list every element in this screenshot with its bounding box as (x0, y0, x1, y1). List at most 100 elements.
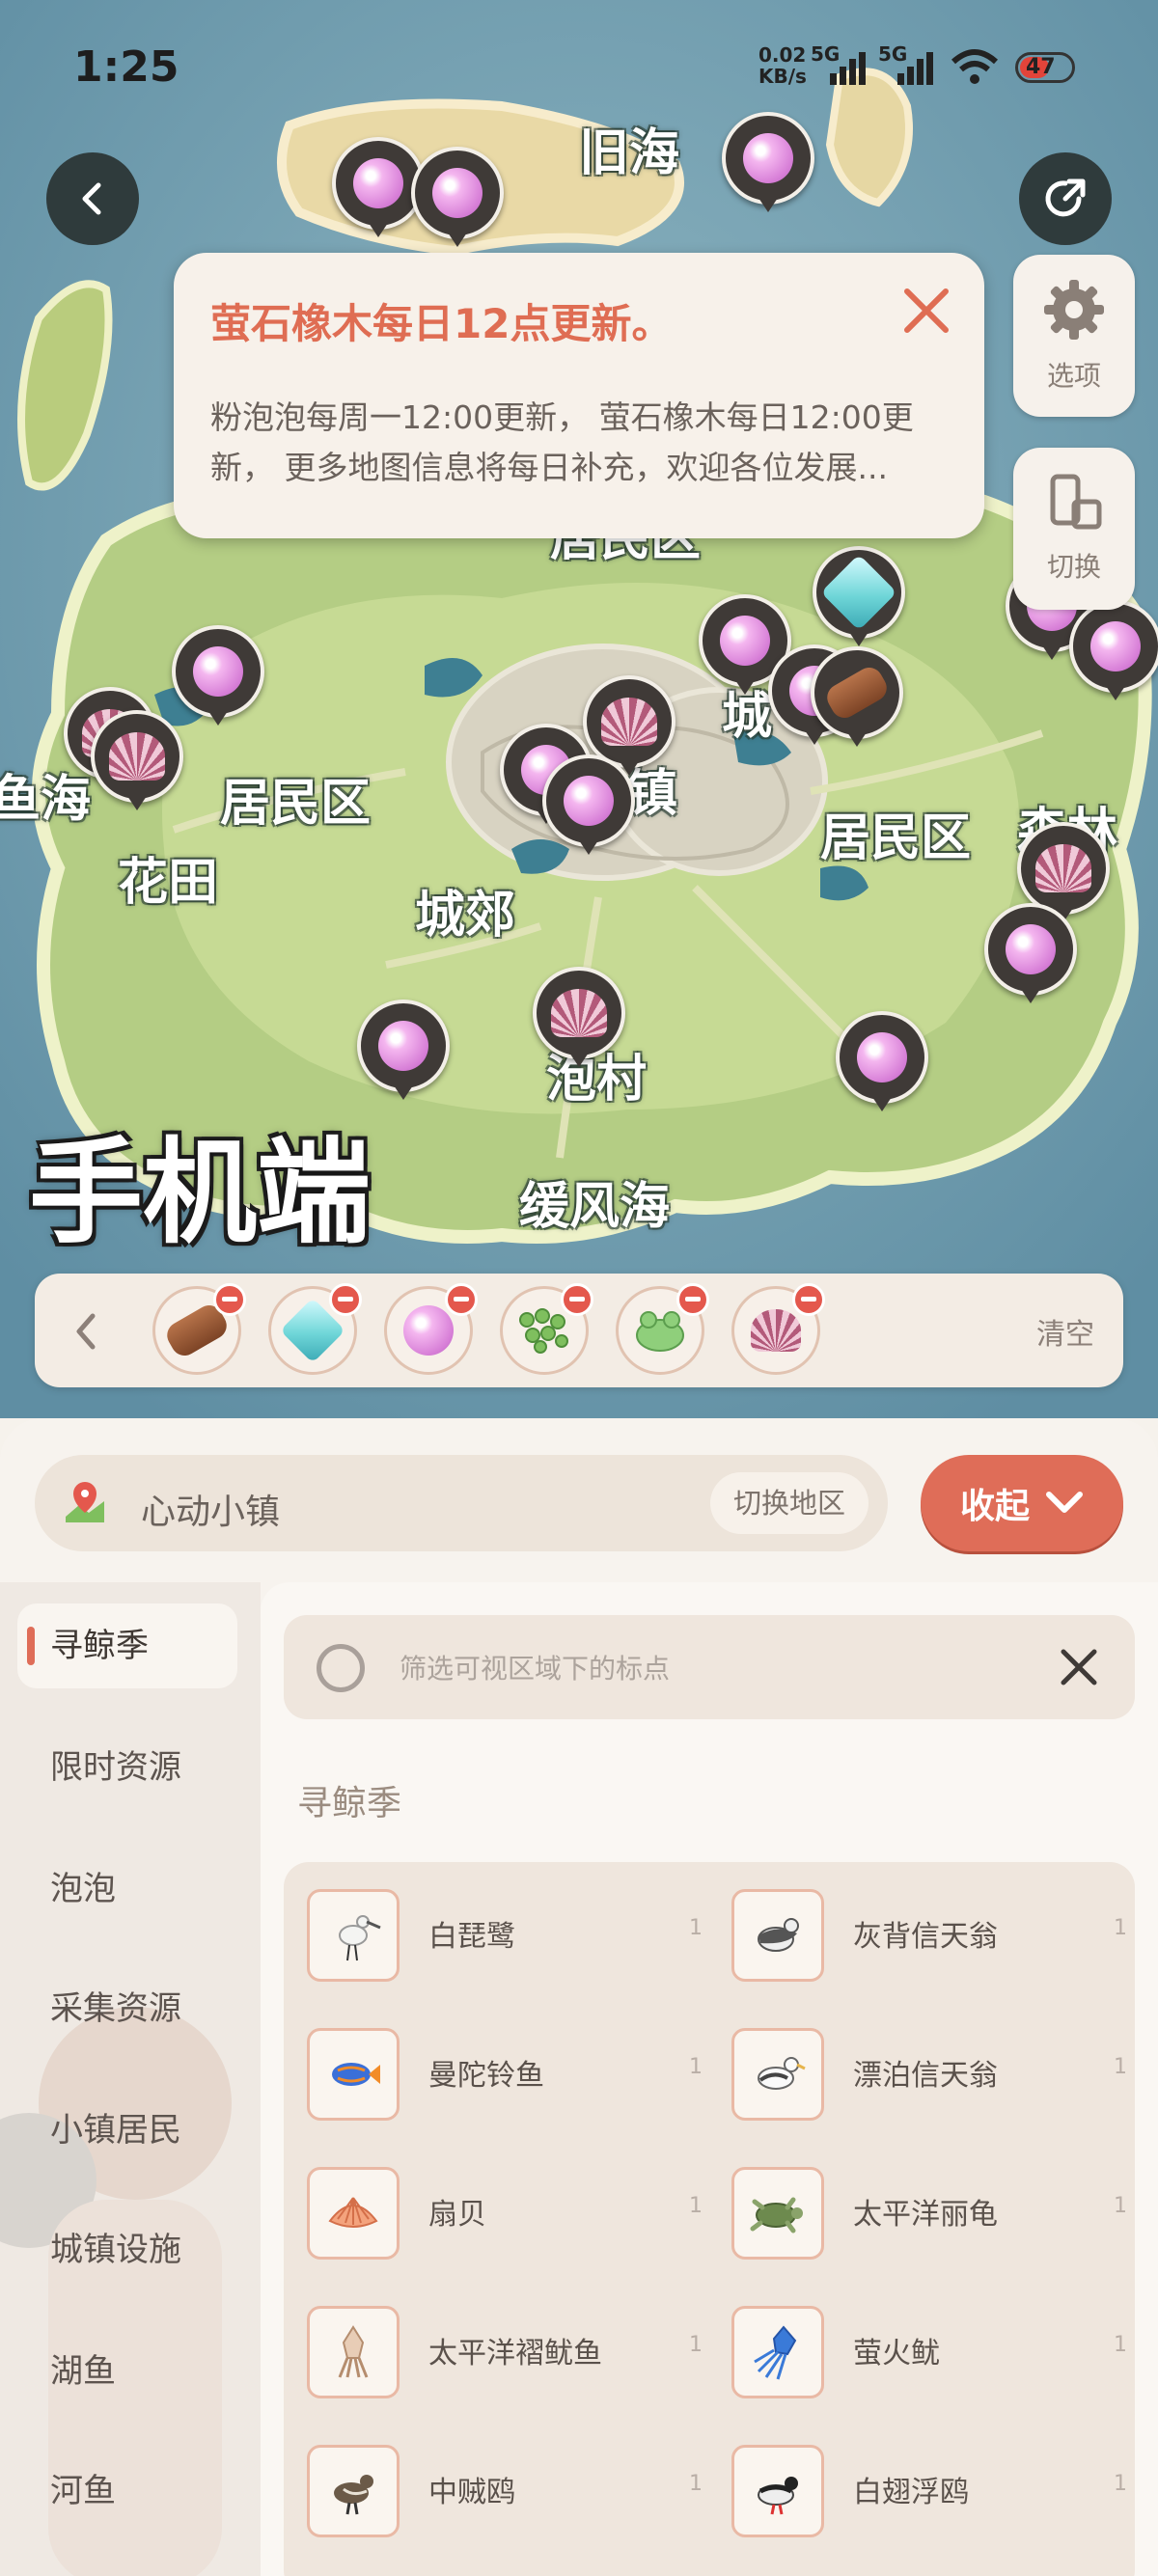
clear-all-button[interactable]: 清空 (1036, 1310, 1094, 1353)
sidebar-item-whale-season[interactable]: 寻鲸季 (17, 1603, 237, 1688)
list-item[interactable]: 曼陀铃鱼 1 (307, 2020, 712, 2136)
filter-chip-pearl[interactable] (384, 1283, 478, 1375)
battery-icon: 47 (1015, 52, 1075, 83)
albatross-icon (731, 1889, 824, 1982)
chevron-left-icon (82, 182, 101, 215)
switch-view-button[interactable]: 切换 (1013, 448, 1135, 610)
item-count: 1 (1114, 2333, 1127, 2357)
list-item[interactable]: 中贼鸥 1 (307, 2437, 712, 2553)
green-beans-icon (519, 1308, 568, 1354)
item-count: 1 (1114, 1916, 1127, 1940)
sidebar-item-lake-fish[interactable]: 湖鱼 (17, 2329, 237, 2414)
item-count: 1 (1114, 2472, 1127, 2496)
list-item[interactable]: 太平洋褶鱿鱼 1 (307, 2298, 712, 2414)
notice-title: 萤石橡木每日12点更新。 (210, 300, 673, 347)
map-location-icon (66, 1482, 104, 1522)
frog-icon (636, 1311, 684, 1352)
status-time: 1:25 (73, 42, 179, 92)
wandering-albatross-icon (731, 2028, 824, 2121)
map-pin-pearl[interactable] (836, 1011, 928, 1117)
sidebar-item-facilities[interactable]: 城镇设施 (17, 2207, 237, 2292)
map-pin-crystal[interactable] (813, 546, 905, 652)
map-pin-wood[interactable] (811, 646, 903, 753)
options-button[interactable]: 选项 (1013, 255, 1135, 417)
sidebar-item-bubbles[interactable]: 泡泡 (17, 1847, 237, 1932)
list-item[interactable]: 漂泊信天翁 1 (731, 2020, 1137, 2136)
list-item[interactable]: 灰背信天翁 1 (731, 1881, 1137, 1997)
map-pin-pearl[interactable] (357, 1000, 450, 1106)
collapse-button[interactable]: 收起 (921, 1455, 1123, 1551)
network-speed: 0.02 KB/s (758, 44, 807, 87)
list-item[interactable]: 白琵鹭 1 (307, 1881, 712, 1997)
shell-icon (601, 698, 657, 746)
visible-area-filter[interactable]: 筛选可视区域下的标点 (284, 1615, 1135, 1719)
pink-pearl-icon (1090, 621, 1141, 671)
remove-icon[interactable] (445, 1283, 478, 1316)
item-name: 漂泊信天翁 (853, 2059, 998, 2093)
place-label-suburb: 城郊 (415, 887, 516, 945)
selected-filter-bar: 清空 (35, 1274, 1123, 1387)
gear-icon (1044, 280, 1104, 340)
shell-icon (751, 1309, 801, 1352)
close-icon[interactable] (1060, 1648, 1098, 1686)
item-count: 1 (1114, 2055, 1127, 2079)
list-item[interactable]: 白翅浮鸥 1 (731, 2437, 1137, 2553)
filter-chip-shell[interactable] (731, 1283, 825, 1375)
list-item[interactable]: 扇贝 1 (307, 2159, 712, 2275)
item-name: 中贼鸥 (428, 2476, 515, 2509)
sidebar-item-gathering[interactable]: 采集资源 (17, 1966, 237, 2051)
switch-region-button[interactable]: 切换地区 (709, 1472, 868, 1534)
map-pin-pearl[interactable] (542, 754, 635, 861)
remove-icon[interactable] (792, 1283, 825, 1316)
close-icon[interactable] (901, 286, 951, 336)
item-name: 白琵鹭 (428, 1920, 515, 1954)
sidebar-item-residents[interactable]: 小镇居民 (17, 2088, 237, 2173)
pink-pearl-icon (564, 776, 614, 826)
filter-chip-wood[interactable] (152, 1283, 246, 1375)
map-pin-shell[interactable] (533, 967, 625, 1073)
map-pin-pearl[interactable] (984, 903, 1077, 1009)
item-count: 1 (1114, 2194, 1127, 2218)
bottom-panel: 心动小镇 切换地区 收起 寻鲸季 限时资源 泡泡 采集资源 小镇居民 城镇设施 … (0, 1418, 1158, 2576)
remove-icon[interactable] (561, 1283, 593, 1316)
signal-icon (897, 52, 933, 85)
shell-icon (109, 732, 165, 781)
wifi-icon (951, 49, 999, 84)
filter-chip-crystal[interactable] (268, 1283, 362, 1375)
notice-body: 粉泡泡每周一12:00更新， 萤石橡木每日12:00更新， 更多地图信息将每日补… (210, 398, 914, 486)
pink-pearl-icon (432, 168, 482, 218)
crystal-icon (820, 554, 897, 631)
back-button[interactable] (46, 152, 139, 245)
shell-icon (1035, 844, 1091, 892)
filter-radio[interactable] (317, 1644, 365, 1692)
sidebar-item-river-fish[interactable]: 河鱼 (17, 2449, 237, 2534)
share-button[interactable] (1019, 152, 1112, 245)
item-grid: 白琵鹭 1 灰背信天翁 1 曼陀铃鱼 1 漂泊信天翁 1 扇贝 1 太平洋丽龟 … (284, 1862, 1135, 2576)
map-pin-shell[interactable] (91, 710, 183, 816)
map-pin-pearl[interactable] (1069, 600, 1158, 706)
map-pin-pearl[interactable] (411, 147, 504, 253)
chevron-left-icon[interactable] (71, 1312, 100, 1351)
filter-placeholder: 筛选可视区域下的标点 (400, 1653, 671, 1685)
item-name: 扇贝 (428, 2198, 486, 2232)
region-bar[interactable]: 心动小镇 切换地区 (35, 1455, 888, 1551)
filter-chip-beans[interactable] (500, 1283, 593, 1375)
network-speed-unit: KB/s (758, 65, 807, 88)
collapse-label: 收起 (959, 1487, 1030, 1526)
list-item[interactable]: 萤火鱿 1 (731, 2298, 1137, 2414)
item-name: 白翅浮鸥 (853, 2476, 969, 2509)
map-view[interactable]: 旧海 居民区 鱼海 居民区 花田 镇 城 城郊 居民区 森林 泡村 缓风海 手机… (0, 0, 1158, 1418)
chevron-down-icon (1046, 1492, 1083, 1513)
pink-pearl-icon (857, 1032, 907, 1082)
remove-icon[interactable] (329, 1283, 362, 1316)
sidebar-item-sea-fish[interactable]: 海鱼 (17, 2564, 237, 2576)
map-pin-pearl[interactable] (172, 625, 264, 731)
pink-pearl-icon (403, 1305, 454, 1356)
item-count: 1 (689, 2055, 703, 2079)
remove-icon[interactable] (676, 1283, 709, 1316)
remove-icon[interactable] (213, 1283, 246, 1316)
category-content: 筛选可视区域下的标点 寻鲸季 白琵鹭 1 灰背信天翁 1 曼陀铃鱼 1 漂泊信天… (261, 1582, 1158, 2576)
sidebar-item-limited-resources[interactable]: 限时资源 (17, 1725, 237, 1810)
list-item[interactable]: 太平洋丽龟 1 (731, 2159, 1137, 2275)
filter-chip-frog[interactable] (616, 1283, 709, 1375)
